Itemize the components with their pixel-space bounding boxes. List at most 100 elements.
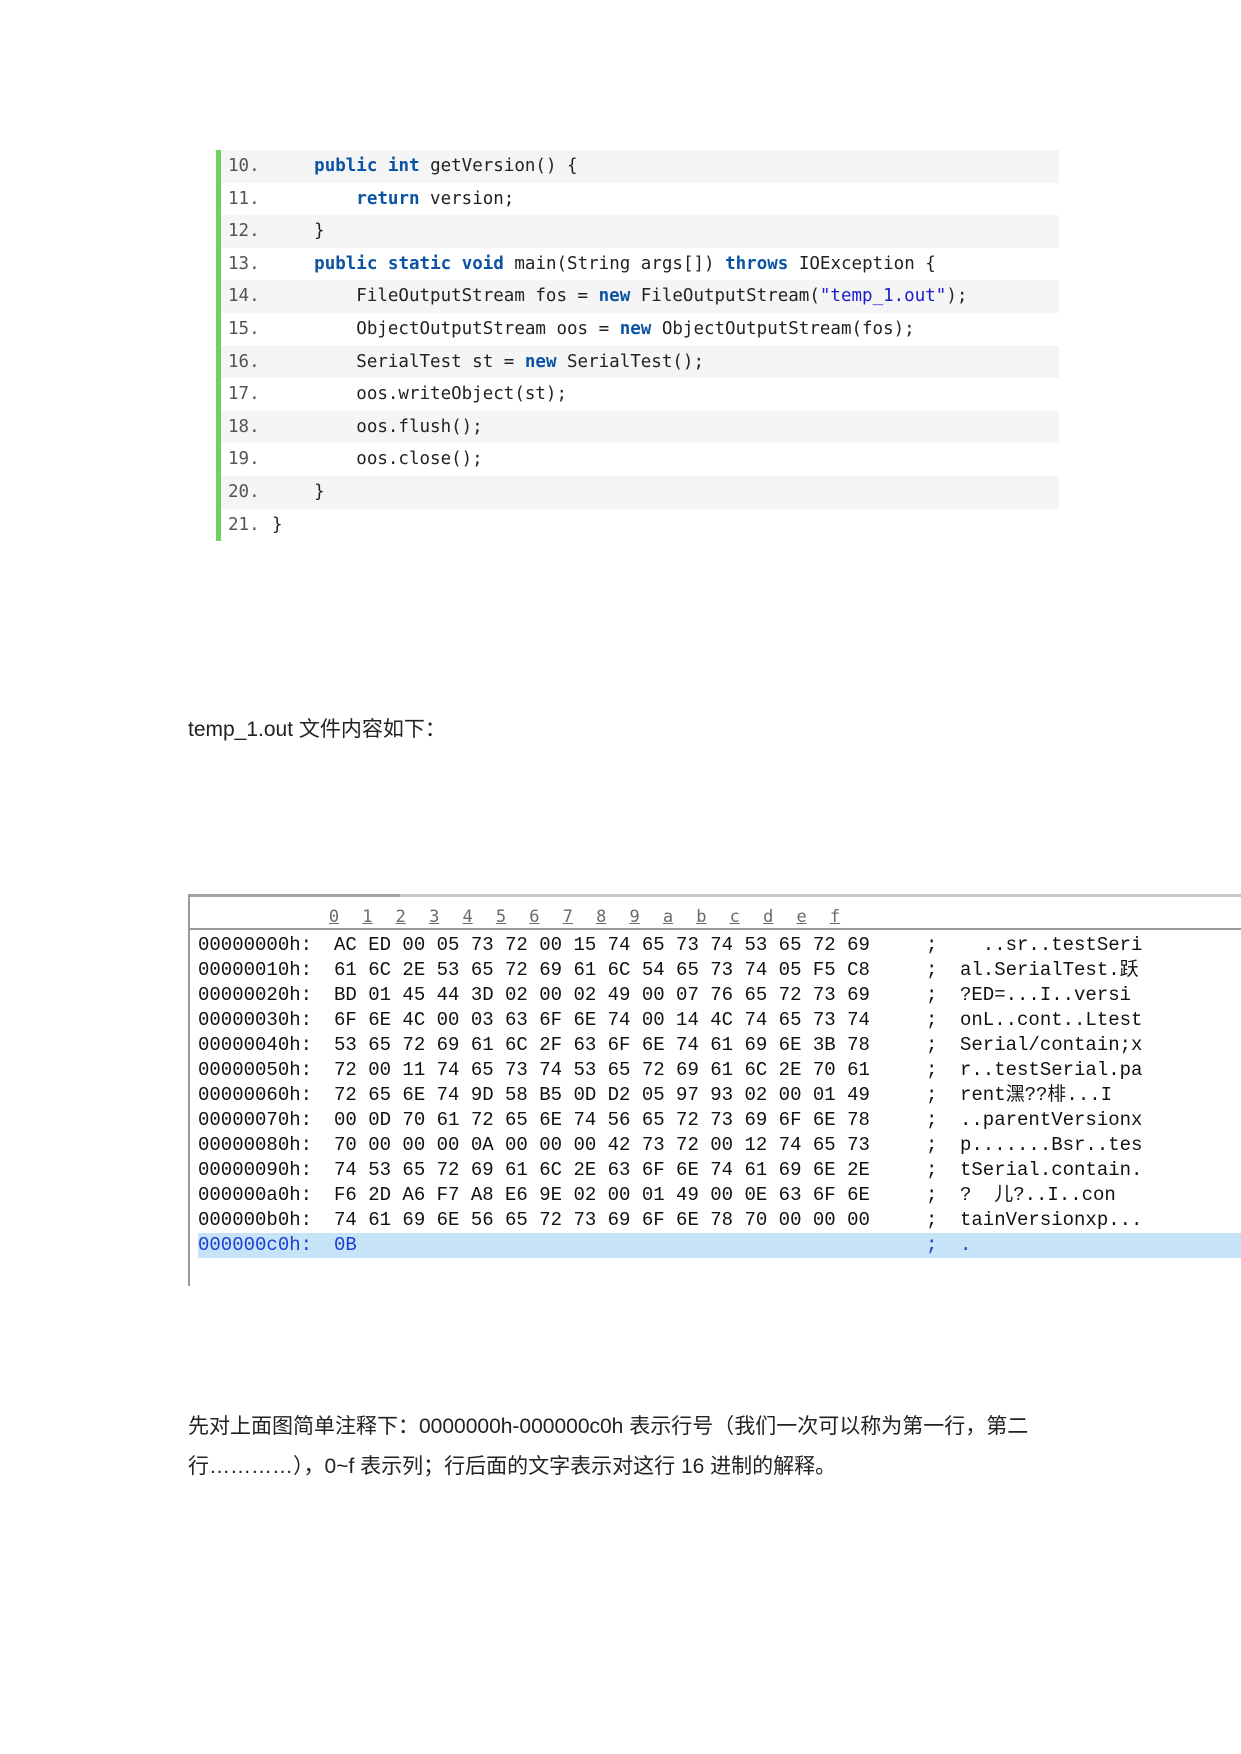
code-block: 10. public int getVersion() { 11. return … [216,150,1059,542]
code-line: 12. } [221,215,1059,248]
hex-separator: ; [926,1134,938,1156]
hex-separator: ; [926,934,938,956]
hex-separator: ; [926,1109,938,1131]
hex-bytes: BD 01 45 44 3D 02 00 02 49 00 07 76 65 7… [334,984,870,1006]
string-token: "temp_1.out" [819,286,947,307]
code-text: public static void main(String args[]) t… [272,248,1059,281]
hex-bytes: 53 65 72 69 61 6C 2F 63 6F 6E 74 61 69 6… [334,1034,870,1056]
code-token: SerialTest(); [556,351,704,372]
hex-ascii: onL..cont..Ltest [960,1009,1143,1031]
hex-bytes: F6 2D A6 F7 A8 E6 9E 02 00 01 49 00 0E 6… [334,1184,870,1206]
hex-ascii: ? 儿?..I..con [960,1184,1116,1206]
hex-row[interactable]: 00000020h: BD 01 45 44 3D 02 00 02 49 00 … [198,983,1241,1008]
hex-bytes: 74 61 69 6E 56 65 72 73 69 6F 6E 78 70 0… [334,1209,870,1231]
line-number: 13. [228,253,260,274]
hex-row-selected[interactable]: 000000c0h: 0B;. [198,1233,1241,1258]
code-token: } [272,481,325,502]
code-line: 18. oos.flush(); [221,410,1059,444]
hex-separator: ; [926,1059,938,1081]
keyword-token: int [387,156,420,176]
hex-column-label: 6 [529,907,540,927]
code-line: 10. public int getVersion() { [221,150,1059,183]
explanation-line-2: 行…………），0~f 表示列；行后面的文字表示对这行 16 进制的解释。 [188,1455,837,1478]
hex-ascii: ..sr..testSeri [960,934,1143,956]
code-line: 13. public static void main(String args[… [221,248,1059,281]
line-number: 21. [228,514,260,535]
hex-column-label: 2 [395,907,406,927]
hex-offset: 000000c0h: [198,1234,313,1256]
line-number: 12. [228,221,260,242]
hex-row[interactable]: 00000010h: 61 6C 2E 53 65 72 69 61 6C 54 … [198,958,1241,983]
hex-row[interactable]: 00000050h: 72 00 11 74 65 73 74 53 65 72 … [198,1058,1241,1083]
keyword-token: static [387,253,452,274]
code-text: SerialTest st = new SerialTest(); [272,346,1059,379]
hex-row[interactable]: 00000000h: AC ED 00 05 73 72 00 15 74 65 … [198,933,1241,958]
hex-row[interactable]: 00000080h: 70 00 00 00 0A 00 00 00 42 73 … [198,1133,1241,1158]
hex-ascii: . [960,1234,972,1256]
code-token: ObjectOutputStream oos = [272,318,620,339]
hex-ascii: tainVersionxp... [960,1209,1143,1231]
code-text: } [272,476,1059,509]
hex-row[interactable]: 00000090h: 74 53 65 72 69 61 6C 2E 63 6F … [198,1158,1241,1183]
hex-offset: 00000030h: [198,1009,313,1031]
hex-offset: 00000040h: [198,1034,313,1056]
hex-row[interactable]: 00000040h: 53 65 72 69 61 6C 2F 63 6F 6E … [198,1033,1241,1058]
hex-bytes: 0B [334,1234,357,1256]
hex-ascii: r..testSerial.pa [960,1059,1143,1081]
hex-bytes: 00 0D 70 61 72 65 6E 74 56 65 72 73 69 6… [334,1109,870,1131]
hex-offset: 00000050h: [198,1059,313,1081]
line-number: 18. [228,416,260,437]
line-number: 20. [228,481,260,502]
keyword-token: public [314,253,378,274]
code-text: oos.flush(); [272,411,1059,444]
code-line: 19. oos.close(); [221,443,1059,476]
code-token: ); [946,286,968,307]
hex-column-label: 8 [596,907,607,927]
hex-row[interactable]: 000000b0h: 74 61 69 6E 56 65 72 73 69 6F … [198,1208,1241,1233]
line-number: 10. [228,156,260,176]
hex-separator: ; [926,984,938,1006]
code-token: oos.writeObject(st); [272,384,568,405]
line-number: 11. [228,188,260,209]
hex-offset: 00000020h: [198,984,313,1006]
code-text: } [272,215,1059,248]
hex-column-label: 9 [629,907,640,927]
hex-offset: 00000010h: [198,959,313,981]
hex-offset: 00000070h: [198,1109,313,1131]
code-token: } [272,221,325,242]
line-number: 14. [228,286,260,307]
keyword-token: new [598,286,631,307]
hex-separator: ; [926,1209,938,1231]
hex-column-label: 3 [429,907,440,927]
hex-bytes: 6F 6E 4C 00 03 63 6F 6E 74 00 14 4C 74 6… [334,1009,870,1031]
code-token: oos.flush(); [272,416,483,437]
code-text: return version; [272,183,1059,216]
hex-separator: ; [926,1234,938,1256]
code-line: 17. oos.writeObject(st); [221,378,1059,411]
hex-bytes: 72 00 11 74 65 73 74 53 65 72 69 61 6C 2… [334,1059,870,1081]
code-token: IOException { [788,253,936,274]
hex-row[interactable]: 00000030h: 6F 6E 4C 00 03 63 6F 6E 74 00 … [198,1008,1241,1033]
code-token: oos.close(); [272,449,483,470]
code-text: oos.close(); [272,443,1059,476]
hex-row[interactable]: 00000060h: 72 65 6E 74 9D 58 B5 0D D2 05 … [198,1083,1241,1108]
hex-bytes: 72 65 6E 74 9D 58 B5 0D D2 05 97 93 02 0… [334,1084,870,1106]
hex-offset: 000000a0h: [198,1184,313,1206]
hex-viewer: 0 1 2 3 4 5 6 7 8 9 a b c d e f 00000000h: AC ED 00 05 7… [188,894,1241,1286]
hex-offset: 00000080h: [198,1134,313,1156]
hex-separator: ; [926,1009,938,1031]
code-line: 16. SerialTest st = new SerialTest(); [221,345,1059,379]
code-line: 20. } [221,475,1059,509]
code-text: ObjectOutputStream oos = new ObjectOutpu… [272,313,1059,346]
code-text: FileOutputStream fos = new FileOutputStr… [272,280,1059,313]
hex-offset: 00000090h: [198,1159,313,1181]
hex-column-label: 1 [362,907,373,927]
hex-offset: 000000b0h: [198,1209,313,1231]
hex-row[interactable]: 00000070h: 00 0D 70 61 72 65 6E 74 56 65 … [198,1108,1241,1133]
hex-separator: ; [926,1159,938,1181]
hex-column-label: c [729,907,740,927]
hex-row[interactable]: 000000a0h: F6 2D A6 F7 A8 E6 9E 02 00 01 … [198,1183,1241,1208]
line-number: 17. [228,384,260,405]
